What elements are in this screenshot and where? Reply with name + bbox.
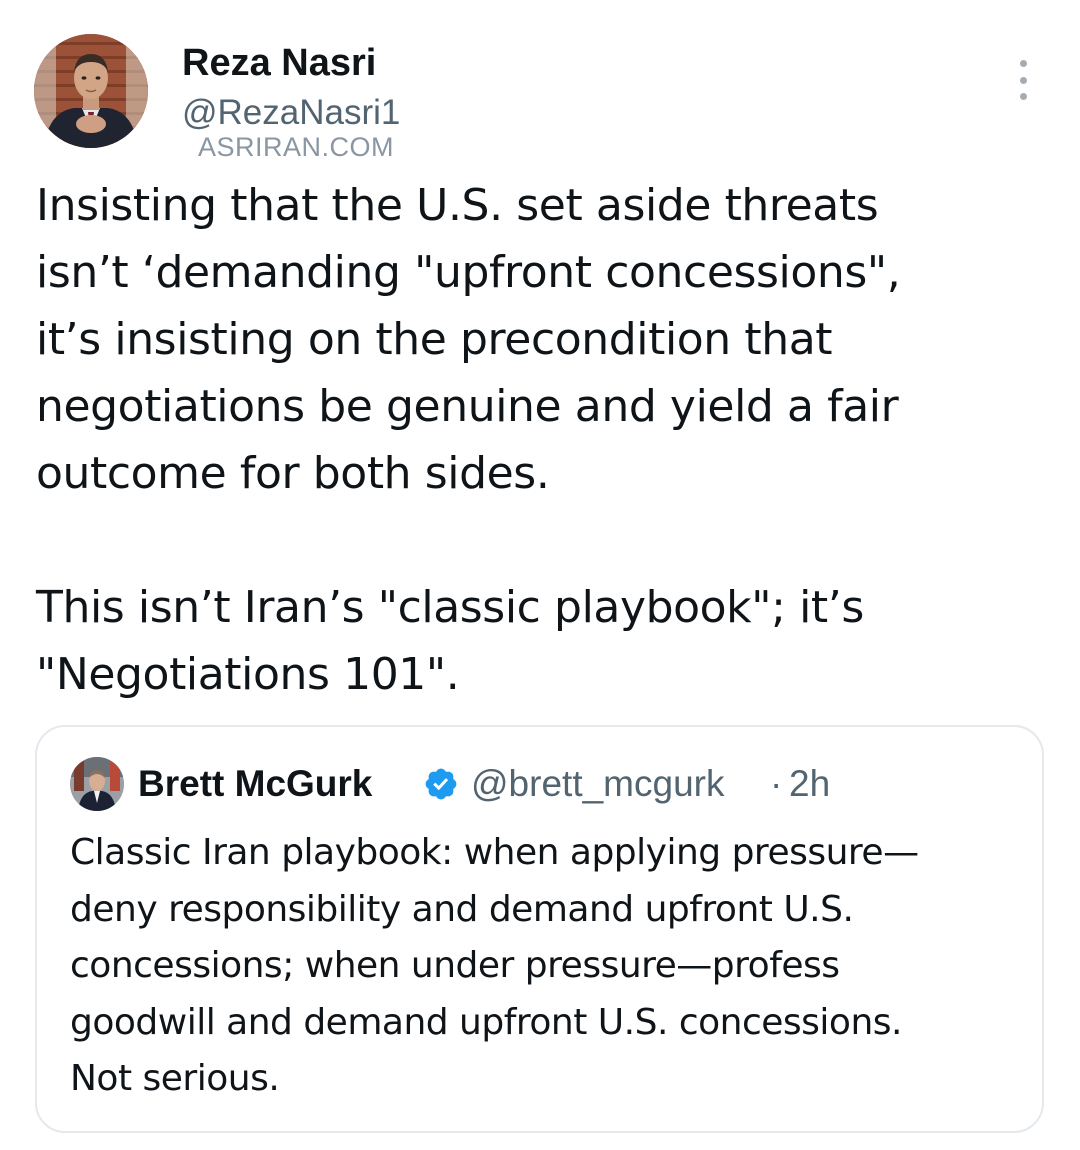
profile-photo [34, 34, 148, 148]
more-dot [1019, 93, 1027, 100]
quoted-tweet-text: Classic Iran playbook: when applying pre… [70, 832, 919, 1099]
quoted-author-handle[interactable]: @brett_mcgurk [471, 761, 724, 807]
quoted-profile-photo [70, 757, 124, 811]
author-display-name[interactable]: Reza Nasri [182, 40, 376, 86]
author-handle[interactable]: @RezaNasri1 [182, 92, 400, 134]
more-dot [1019, 60, 1027, 67]
verified-badge-icon [425, 768, 457, 800]
quoted-timestamp[interactable]: 2h [789, 761, 830, 807]
tweet-paragraph: Insisting that the U.S. set aside threat… [36, 180, 901, 499]
tweet-paragraph: This isn’t Iran’s "classic playbook"; it… [36, 582, 864, 700]
tweet-text: Insisting that the U.S. set aside threat… [36, 172, 1046, 708]
meta-separator: · [770, 763, 783, 804]
watermark-text: ASRIRAN.COM [198, 132, 395, 162]
quoted-author-name[interactable]: Brett McGurk [138, 761, 372, 807]
author-avatar[interactable] [34, 34, 148, 148]
more-dot [1019, 76, 1027, 84]
quoted-author-avatar[interactable] [70, 757, 124, 811]
quoted-tweet-card[interactable]: Brett McGurk @brett_mcgurk · 2h Classic … [35, 725, 1044, 1133]
more-options-icon[interactable] [1008, 60, 1038, 100]
